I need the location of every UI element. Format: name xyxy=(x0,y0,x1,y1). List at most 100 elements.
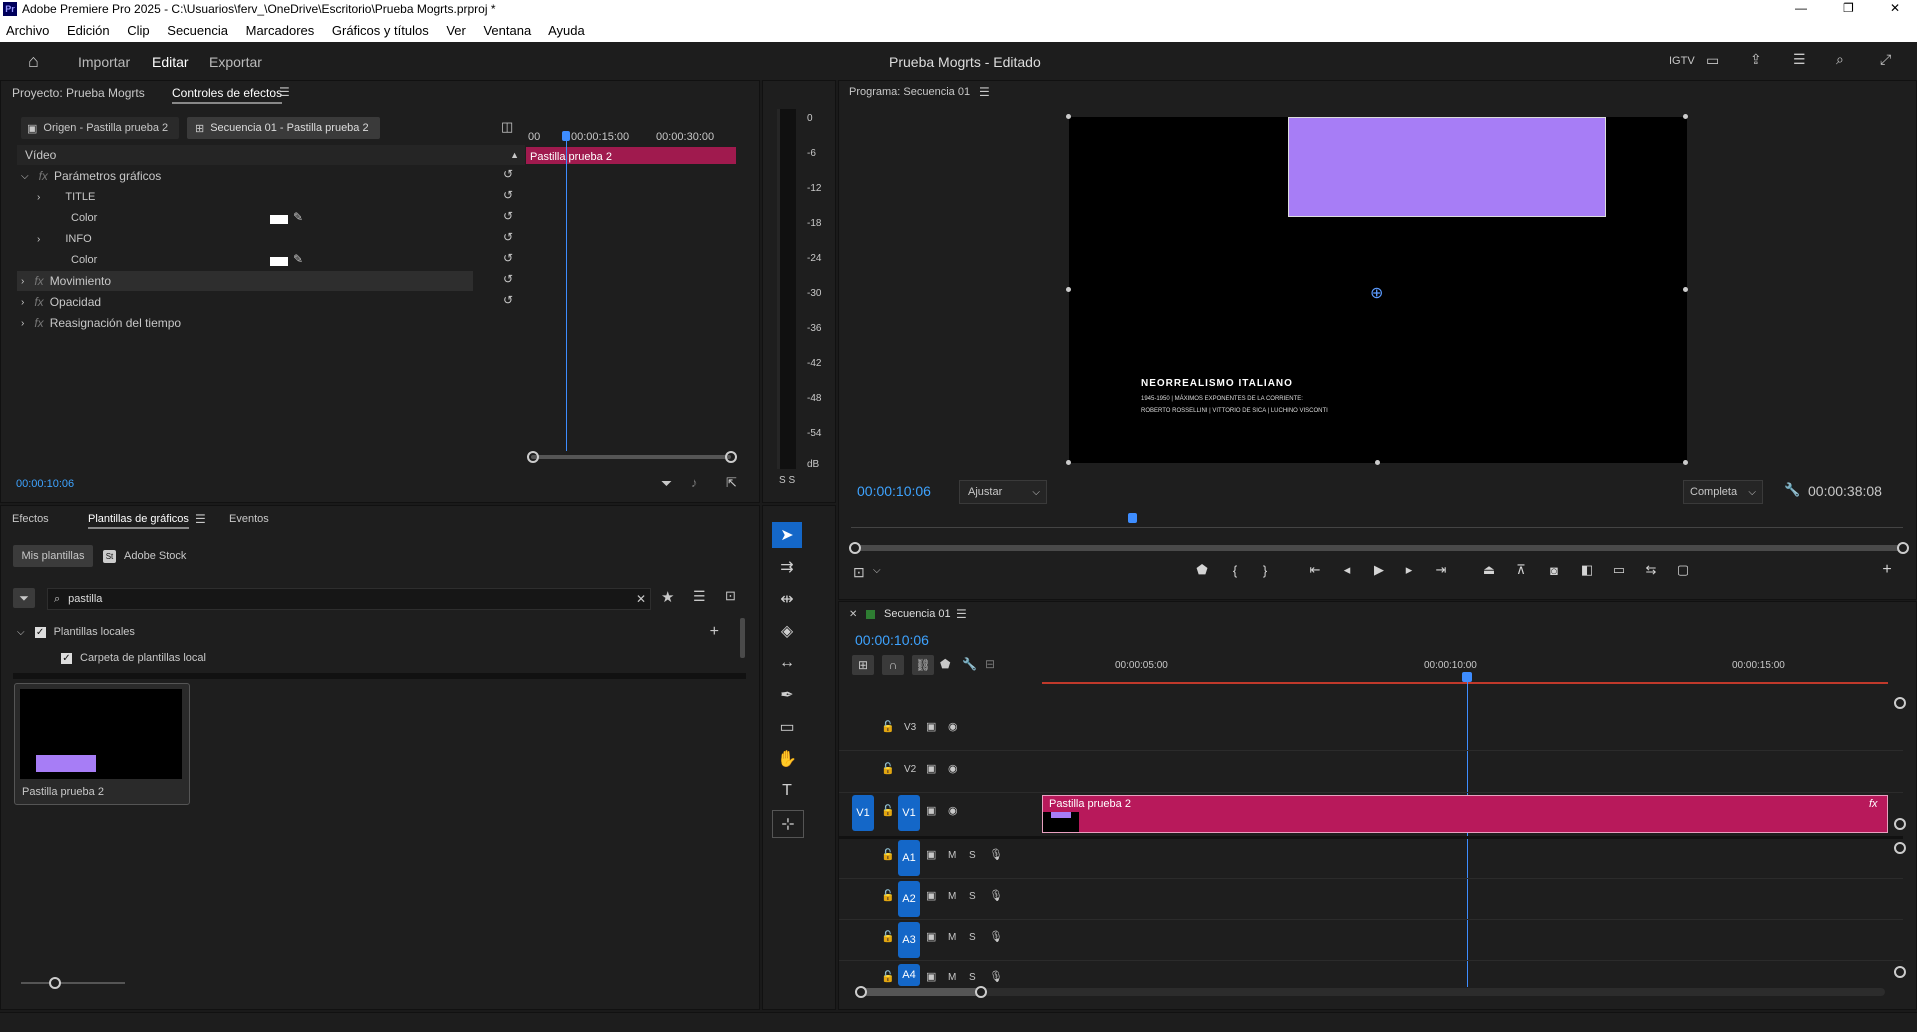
eyedropper-icon[interactable]: ✎ xyxy=(293,210,303,224)
tab-effect-controls[interactable]: Controles de efectos xyxy=(172,86,283,104)
timeline-zoom-thumb[interactable] xyxy=(861,988,981,996)
chevron-down-icon[interactable]: ⌵ xyxy=(873,565,881,576)
play-icon[interactable]: ▶ xyxy=(1368,560,1390,580)
video-frame[interactable]: ⊕ NEORREALISMO ITALIANO 1945-1950 | MÁXI… xyxy=(1066,114,1688,465)
ec-zoom-bar[interactable] xyxy=(531,455,731,459)
slip-tool-icon[interactable]: ↔ xyxy=(772,650,802,676)
menu-ayuda[interactable]: Ayuda xyxy=(548,23,585,38)
ec-zoom-handle-left[interactable] xyxy=(527,451,539,463)
add-marker-icon[interactable]: ⬟ xyxy=(940,657,950,671)
source-patch-v1[interactable]: V1 xyxy=(852,795,874,831)
fullscreen-icon[interactable]: ⤢ xyxy=(1880,51,1891,68)
lock-icon[interactable]: 🔓 xyxy=(881,762,895,775)
filter-icon[interactable]: ⏷ xyxy=(13,588,35,608)
lock-icon[interactable]: 🔓 xyxy=(881,720,895,733)
reset-icon[interactable]: ↺ xyxy=(503,188,513,202)
mark-in-icon[interactable]: { xyxy=(1224,560,1246,580)
rectangle-tool-icon[interactable]: ▭ xyxy=(772,714,802,740)
color-swatch[interactable] xyxy=(270,215,288,224)
sequence-tab[interactable]: Secuencia 01 xyxy=(884,608,951,620)
mute-button[interactable]: M xyxy=(948,891,956,902)
timeline-timecode[interactable]: 00:00:10:06 xyxy=(855,632,929,648)
ec-timecode[interactable]: 00:00:10:06 xyxy=(16,478,74,490)
share-icon[interactable]: ⇪ xyxy=(1750,51,1762,68)
mute-button[interactable]: M xyxy=(948,972,956,983)
param-color-1[interactable]: Color ✎ xyxy=(17,208,525,228)
program-title[interactable]: Programa: Secuencia 01 xyxy=(849,86,970,98)
ec-mini-timeline[interactable]: 00 00:00:15:00 00:00:30:00 Pastilla prue… xyxy=(526,123,737,463)
sort-icon[interactable]: ☰ xyxy=(693,588,706,605)
reset-icon[interactable]: ↺ xyxy=(503,230,513,244)
captions-icon[interactable]: ⊟ xyxy=(985,657,995,671)
wrench-icon[interactable]: 🔧 xyxy=(1784,482,1800,498)
param-time-remap[interactable]: › fx Reasignación del tiempo xyxy=(17,313,525,333)
proxy-icon[interactable]: ⇆ xyxy=(1640,560,1662,580)
home-icon[interactable]: ⌂ xyxy=(28,51,39,72)
param-color-2[interactable]: Color ✎ xyxy=(17,250,525,270)
program-zoom-bar[interactable] xyxy=(855,545,1901,551)
auto-reframe-tool-icon[interactable]: ⊹ xyxy=(772,810,804,838)
program-playhead[interactable] xyxy=(1128,513,1137,523)
local-templates-row[interactable]: ⌵ ✓ Plantillas locales + xyxy=(13,622,733,642)
menu-ventana[interactable]: Ventana xyxy=(483,23,531,38)
panel-icon[interactable]: ▭ xyxy=(1706,52,1719,69)
my-templates-button[interactable]: Mis plantillas xyxy=(13,545,93,567)
panel-menu-icon[interactable]: ☰ xyxy=(279,85,290,99)
lock-icon[interactable]: 🔓 xyxy=(881,930,895,943)
tab-project[interactable]: Proyecto: Prueba Mogrts xyxy=(12,86,145,100)
track-target-v1[interactable]: V1 xyxy=(898,795,920,831)
camera-icon[interactable]: ◙ xyxy=(1543,560,1565,580)
solo-button[interactable]: S xyxy=(969,972,976,983)
solo-button[interactable]: S xyxy=(969,932,976,943)
zoom-handle-right[interactable] xyxy=(975,986,987,998)
program-zoom-handle-right[interactable] xyxy=(1897,542,1909,554)
add-button-icon[interactable]: + xyxy=(1876,560,1898,580)
snap-icon[interactable]: ∩ xyxy=(882,655,904,675)
panel-menu-icon[interactable]: ☰ xyxy=(195,512,206,526)
search-icon[interactable]: ⌕ xyxy=(1836,51,1844,68)
tab-events[interactable]: Eventos xyxy=(229,513,269,525)
ec-clip-bar[interactable]: Pastilla prueba 2 xyxy=(526,147,736,164)
reset-icon[interactable]: ↺ xyxy=(503,251,513,265)
reset-icon[interactable]: ↺ xyxy=(503,272,513,286)
menu-ver[interactable]: Ver xyxy=(446,23,466,38)
selection-tool-icon[interactable]: ➤ xyxy=(772,522,802,548)
lift-icon[interactable]: ⏏ xyxy=(1478,560,1500,580)
lock-icon[interactable]: 🔓 xyxy=(881,889,895,902)
new-folder-icon[interactable]: ⊡ xyxy=(725,588,736,604)
frame-handle[interactable] xyxy=(1375,460,1380,465)
video-scroll-handle[interactable] xyxy=(1894,697,1906,709)
timeline-zoom-bar[interactable] xyxy=(861,988,1885,996)
toggle-sync-icon[interactable]: ▣ xyxy=(926,889,936,902)
wrench-icon[interactable]: 🔧 xyxy=(962,657,977,671)
track-select-tool-icon[interactable]: ⇉ xyxy=(772,554,802,580)
track-target-a4[interactable]: A4 xyxy=(898,964,920,986)
frame-handle[interactable] xyxy=(1683,287,1688,292)
param-info[interactable]: › INFO xyxy=(17,229,525,249)
solo-button[interactable]: S xyxy=(969,891,976,902)
eye-icon[interactable]: ◉ xyxy=(948,720,958,733)
tab-exportar[interactable]: Exportar xyxy=(209,54,262,70)
expand-icon[interactable]: ⌵ xyxy=(21,171,29,182)
expand-icon[interactable]: › xyxy=(37,234,40,245)
purple-box[interactable] xyxy=(1288,117,1606,217)
step-back-icon[interactable]: ◂ xyxy=(1336,560,1358,580)
lock-icon[interactable]: 🔓 xyxy=(881,970,895,983)
comparison-icon[interactable]: ◧ xyxy=(1576,560,1598,580)
local-templates-checkbox[interactable]: ✓ xyxy=(34,626,46,638)
go-to-out-icon[interactable]: ⇥ xyxy=(1430,560,1452,580)
vr-icon[interactable]: ▢ xyxy=(1672,560,1694,580)
microphone-icon[interactable]: 🎙 xyxy=(989,889,1003,902)
razor-tool-icon[interactable]: ◈ xyxy=(772,618,802,644)
track-target-a3[interactable]: A3 xyxy=(898,922,920,958)
tab-graphics-templates[interactable]: Plantillas de gráficos xyxy=(88,513,189,529)
frame-handle[interactable] xyxy=(1066,287,1071,292)
linked-selection-icon[interactable]: ⛓ xyxy=(912,655,934,675)
param-opacity[interactable]: › fx Opacidad xyxy=(17,292,525,312)
expand-icon[interactable]: › xyxy=(21,276,24,287)
ec-zoom-handle-right[interactable] xyxy=(725,451,737,463)
maximize-button[interactable]: ❐ xyxy=(1843,1,1854,15)
toggle-sync-icon[interactable]: ▣ xyxy=(926,804,936,817)
multicam-icon[interactable]: ▭ xyxy=(1608,560,1630,580)
toggle-sync-icon[interactable]: ▣ xyxy=(926,930,936,943)
